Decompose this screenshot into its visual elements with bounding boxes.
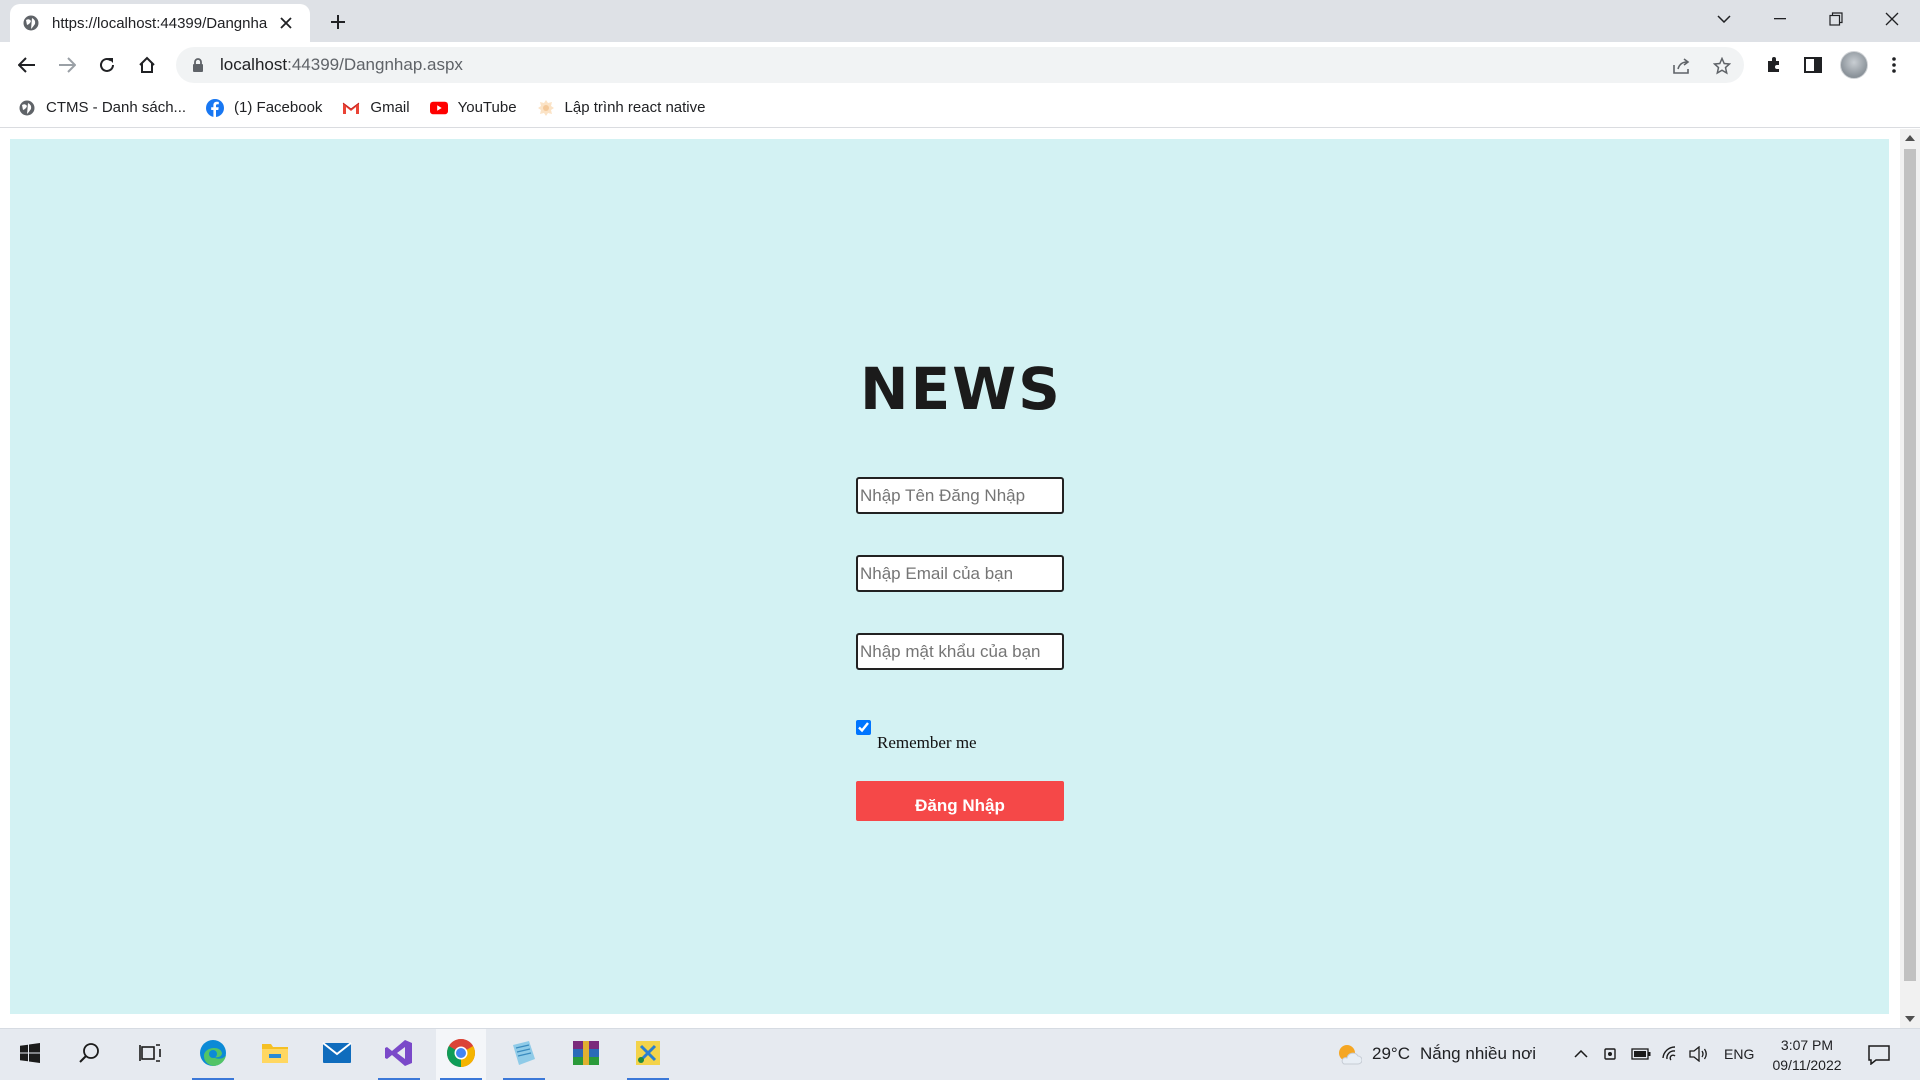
bookmark-react-native[interactable]: Lập trình react native xyxy=(537,94,706,122)
back-button[interactable] xyxy=(11,49,43,81)
bookmarks-bar: CTMS - Danh sách... (1) Facebook Gmail Y… xyxy=(0,88,1920,128)
search-button[interactable] xyxy=(65,1029,115,1080)
mail-icon xyxy=(322,1041,352,1069)
bookmark-label: Gmail xyxy=(370,99,410,116)
close-window-button[interactable] xyxy=(1864,0,1920,38)
forward-button[interactable] xyxy=(51,49,83,81)
login-form: NEWS Remember me Đăng Nhập xyxy=(856,354,1066,821)
system-clock[interactable]: 3:07 PM 09/11/2022 xyxy=(1764,1035,1850,1075)
task-view-icon xyxy=(139,1043,161,1068)
login-page: NEWS Remember me Đăng Nhập xyxy=(10,139,1889,1014)
start-icon xyxy=(20,1042,40,1068)
taskbar-file-explorer[interactable] xyxy=(250,1029,300,1080)
restore-button[interactable] xyxy=(1808,0,1864,38)
taskbar-winrar[interactable] xyxy=(561,1029,611,1080)
home-button[interactable] xyxy=(131,49,163,81)
youtube-icon xyxy=(429,99,448,117)
input-language[interactable]: ENG xyxy=(1724,1046,1754,1062)
weather-icon[interactable] xyxy=(1336,1043,1362,1065)
url-path: :44399/Dangnhap.aspx xyxy=(287,55,463,74)
address-bar[interactable]: localhost:44399/Dangnhap.aspx xyxy=(176,47,1744,83)
browser-tab[interactable]: https://localhost:44399/Dangnhap.aspx xyxy=(10,4,310,42)
scroll-down-icon[interactable] xyxy=(1905,1016,1915,1022)
weather-temp[interactable]: 29°C xyxy=(1372,1044,1410,1064)
chrome-icon xyxy=(446,1038,476,1073)
taskbar-snipping-tool[interactable] xyxy=(623,1029,673,1080)
taskbar-chrome[interactable] xyxy=(436,1029,486,1080)
clock-time: 3:07 PM xyxy=(1780,1037,1834,1053)
page-scrollbar[interactable] xyxy=(1900,129,1920,1028)
remember-me-label[interactable]: Remember me xyxy=(877,733,977,753)
notifications-icon[interactable] xyxy=(1868,1044,1890,1066)
share-icon[interactable] xyxy=(1670,54,1694,78)
scroll-up-icon[interactable] xyxy=(1905,135,1915,141)
email-input[interactable] xyxy=(856,555,1064,592)
minimize-button[interactable] xyxy=(1752,0,1808,38)
bookmark-star-icon[interactable] xyxy=(1710,54,1734,78)
edge-icon xyxy=(198,1038,228,1073)
username-input[interactable] xyxy=(856,477,1064,514)
password-input[interactable] xyxy=(856,633,1064,670)
meet-now-icon[interactable] xyxy=(1600,1043,1622,1065)
winrar-icon xyxy=(571,1039,601,1072)
bookmark-label: CTMS - Danh sách... xyxy=(46,99,187,116)
clock-date: 09/11/2022 xyxy=(1772,1057,1842,1073)
url-host: localhost xyxy=(220,55,288,74)
bookmark-youtube[interactable]: YouTube xyxy=(429,94,517,122)
side-panel-icon[interactable] xyxy=(1797,49,1829,81)
page-viewport: NEWS Remember me Đăng Nhập xyxy=(0,129,1920,1028)
bookmark-label: (1) Facebook xyxy=(234,99,323,116)
bookmark-gmail[interactable]: Gmail xyxy=(342,94,410,122)
reload-button[interactable] xyxy=(91,49,123,81)
globe-icon xyxy=(22,14,40,32)
scrollbar-thumb[interactable] xyxy=(1904,149,1916,981)
tab-title: https://localhost:44399/Dangnhap.aspx xyxy=(52,14,268,32)
react-icon xyxy=(537,99,555,117)
file-explorer-icon xyxy=(261,1041,289,1070)
search-icon xyxy=(79,1042,101,1069)
visual-studio-icon xyxy=(384,1038,414,1073)
taskbar-visual-studio[interactable] xyxy=(374,1029,424,1080)
bookmark-facebook[interactable]: (1) Facebook xyxy=(206,94,322,122)
brand-title: NEWS xyxy=(860,355,1062,423)
tab-search-button[interactable] xyxy=(1696,0,1752,38)
new-tab-button[interactable] xyxy=(324,8,352,36)
taskbar-mail[interactable] xyxy=(312,1029,362,1080)
facebook-icon xyxy=(206,98,225,117)
remember-me-checkbox[interactable] xyxy=(856,720,871,735)
login-button[interactable]: Đăng Nhập xyxy=(856,781,1064,821)
volume-icon[interactable] xyxy=(1688,1043,1710,1065)
tab-strip: https://localhost:44399/Dangnhap.aspx xyxy=(0,0,1920,42)
bookmark-ctms[interactable]: CTMS - Danh sách... xyxy=(18,94,186,122)
gmail-icon xyxy=(342,99,360,117)
taskbar-notepad[interactable] xyxy=(499,1029,549,1080)
menu-icon[interactable] xyxy=(1878,49,1910,81)
globe-icon xyxy=(18,99,36,117)
chevron-up-icon[interactable] xyxy=(1570,1043,1592,1065)
extensions-icon[interactable] xyxy=(1758,49,1790,81)
close-tab-icon[interactable] xyxy=(274,11,298,35)
battery-icon[interactable] xyxy=(1630,1043,1652,1065)
windows-taskbar: 29°C Nắng nhiều nơi ENG 3:07 PM 09/11/20… xyxy=(0,1028,1920,1080)
profile-avatar[interactable] xyxy=(1840,51,1868,79)
task-view-button[interactable] xyxy=(125,1029,175,1080)
start-button[interactable] xyxy=(5,1029,55,1080)
remember-me-row: Remember me xyxy=(856,720,1066,752)
bookmark-label: YouTube xyxy=(457,99,517,116)
wifi-icon[interactable] xyxy=(1660,1043,1682,1065)
bookmark-label: Lập trình react native xyxy=(564,99,706,116)
browser-toolbar: localhost:44399/Dangnhap.aspx xyxy=(0,42,1920,88)
snipping-tool-icon xyxy=(633,1038,663,1073)
lock-icon[interactable] xyxy=(190,57,206,73)
weather-text[interactable]: Nắng nhiều nơi xyxy=(1420,1044,1536,1064)
taskbar-edge[interactable] xyxy=(188,1029,238,1080)
notepad-icon xyxy=(509,1039,539,1072)
